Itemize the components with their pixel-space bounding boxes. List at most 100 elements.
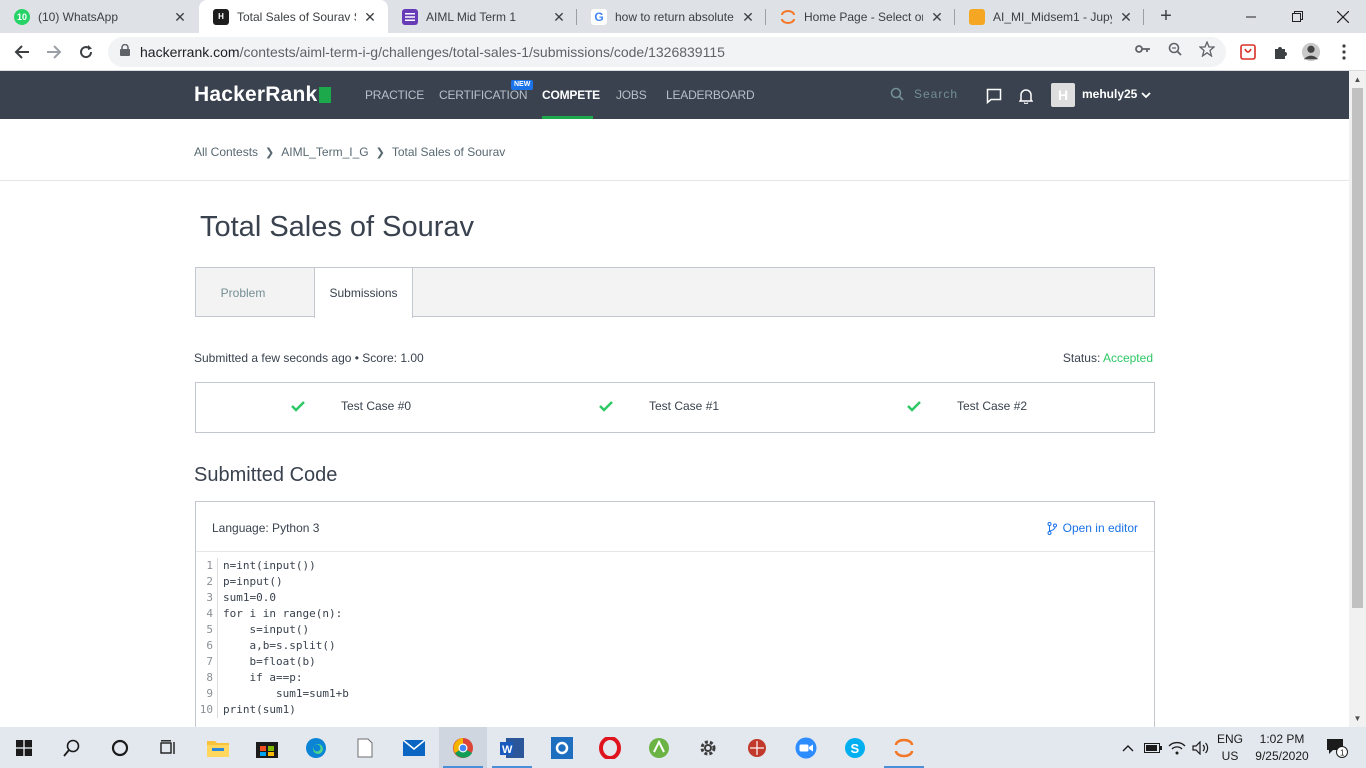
- extension-shield-icon[interactable]: [1238, 42, 1258, 62]
- close-tab-icon[interactable]: ✕: [929, 9, 945, 25]
- test-case-2[interactable]: Test Case #2: [907, 399, 1027, 413]
- status-label: Status:: [1062, 351, 1103, 365]
- opera-icon[interactable]: [586, 727, 634, 768]
- wifi-icon[interactable]: [1166, 727, 1188, 768]
- edge-browser-icon[interactable]: [292, 727, 340, 768]
- clock-date[interactable]: 9/25/2020: [1250, 749, 1314, 763]
- nav-jobs[interactable]: JOBS: [616, 88, 647, 102]
- line-number: 2: [196, 574, 218, 590]
- code-text: for i in range(n):: [223, 607, 343, 620]
- forward-arrow-icon[interactable]: [40, 38, 68, 66]
- android-studio-icon[interactable]: [635, 727, 683, 768]
- close-tab-icon[interactable]: ✕: [1118, 9, 1134, 25]
- test-case-0[interactable]: Test Case #0: [291, 399, 411, 413]
- code-listing: 1 n=int(input()) 2 p=input() 3 sum1=0.0 4 for i…: [196, 558, 1154, 718]
- chevron-down-icon[interactable]: [1140, 88, 1152, 100]
- ruby-app-icon[interactable]: [733, 727, 781, 768]
- control-panel-icon[interactable]: [538, 727, 586, 768]
- scroll-down-icon[interactable]: ▼: [1349, 710, 1366, 727]
- browser-tab-jupyter-notebook[interactable]: AI_MI_Midsem1 - Jupyt ✕: [955, 0, 1144, 33]
- breadcrumb-challenge[interactable]: Total Sales of Sourav: [392, 145, 505, 159]
- breadcrumb-all-contests[interactable]: All Contests: [194, 145, 258, 159]
- avatar[interactable]: H: [1051, 83, 1075, 107]
- cortana-icon[interactable]: [96, 727, 144, 768]
- battery-icon[interactable]: [1142, 727, 1164, 768]
- tab-title: Total Sales of Sourav Su: [237, 9, 356, 24]
- challenge-tabs: Problem Submissions: [195, 267, 1155, 318]
- nav-compete[interactable]: COMPETE: [542, 88, 600, 102]
- browser-menu-icon[interactable]: [1334, 42, 1354, 62]
- breadcrumb-contest[interactable]: AIML_Term_I_G: [281, 145, 368, 159]
- close-window-icon[interactable]: [1320, 0, 1366, 33]
- zoom-app-icon[interactable]: [782, 727, 830, 768]
- chevron-right-icon: ❯: [375, 146, 385, 159]
- nav-leaderboard[interactable]: LEADERBOARD: [666, 88, 755, 102]
- code-text: b=float(b): [223, 655, 316, 668]
- language-indicator-bottom[interactable]: US: [1216, 749, 1244, 763]
- settings-gear-icon[interactable]: [684, 727, 732, 768]
- tab-submissions[interactable]: Submissions: [314, 268, 413, 318]
- username[interactable]: mehuly25: [1082, 87, 1137, 101]
- scrollbar-thumb[interactable]: [1352, 88, 1363, 608]
- language-label: Language: Python 3: [212, 521, 320, 535]
- browser-tab-google[interactable]: G how to return absolute ✕: [577, 0, 766, 33]
- clock-time[interactable]: 1:02 PM: [1250, 732, 1314, 746]
- windows-start-icon[interactable]: [0, 727, 48, 768]
- page-scrollbar[interactable]: ▲ ▼: [1349, 71, 1366, 727]
- line-number: 1: [196, 558, 218, 574]
- nav-certification[interactable]: CERTIFICATION: [439, 88, 527, 102]
- zoom-icon[interactable]: [1166, 40, 1184, 58]
- open-in-editor-link[interactable]: Open in editor: [1047, 521, 1138, 535]
- action-center-icon[interactable]: 1: [1320, 727, 1354, 768]
- search-placeholder: Search: [914, 87, 959, 101]
- tab-title: AIML Mid Term 1: [426, 9, 517, 24]
- mail-icon[interactable]: [390, 727, 438, 768]
- code-line: 8 if a==p:: [196, 670, 1154, 686]
- minimize-window-icon[interactable]: [1228, 0, 1274, 33]
- microsoft-store-icon[interactable]: [243, 727, 291, 768]
- reload-icon[interactable]: [72, 38, 100, 66]
- word-icon[interactable]: W: [488, 727, 536, 768]
- address-bar[interactable]: hackerrank.com/contests/aiml-term-i-g/ch…: [108, 37, 1226, 67]
- browser-tab-hackerrank[interactable]: H Total Sales of Sourav Su ✕: [199, 0, 388, 33]
- messages-icon[interactable]: [986, 88, 1002, 104]
- notepad-icon[interactable]: [341, 727, 389, 768]
- extensions-puzzle-icon[interactable]: [1270, 42, 1290, 62]
- search-input[interactable]: Search: [890, 87, 958, 101]
- submission-status: Status: Accepted: [1063, 351, 1153, 365]
- jupyter-taskbar-icon[interactable]: [880, 727, 928, 768]
- browser-tab-jupyter-home[interactable]: Home Page - Select or ✕: [766, 0, 955, 33]
- hackerrank-logo[interactable]: HackerRank: [194, 83, 332, 107]
- code-line: 9 sum1=sum1+b: [196, 686, 1154, 702]
- browser-tab-whatsapp[interactable]: 10 (10) WhatsApp ✕: [0, 0, 198, 33]
- volume-icon[interactable]: [1190, 727, 1212, 768]
- line-number: 10: [196, 702, 218, 718]
- close-tab-icon[interactable]: ✕: [362, 9, 378, 25]
- notifications-bell-icon[interactable]: [1018, 88, 1034, 104]
- tab-problem[interactable]: Problem: [196, 268, 290, 317]
- test-case-1[interactable]: Test Case #1: [599, 399, 719, 413]
- file-explorer-icon[interactable]: [194, 727, 242, 768]
- bookmark-star-icon[interactable]: [1198, 40, 1216, 58]
- code-text: p=input(): [223, 575, 283, 588]
- nav-practice[interactable]: PRACTICE: [365, 88, 424, 102]
- restore-window-icon[interactable]: [1274, 0, 1320, 33]
- key-icon[interactable]: [1134, 40, 1152, 58]
- close-tab-icon[interactable]: ✕: [172, 9, 188, 25]
- code-text: s=input(): [223, 623, 310, 636]
- new-tab-button[interactable]: +: [1154, 4, 1178, 28]
- language-indicator-top[interactable]: ENG: [1216, 732, 1244, 746]
- task-view-icon[interactable]: [144, 727, 192, 768]
- close-tab-icon[interactable]: ✕: [551, 9, 567, 25]
- chrome-taskbar-icon[interactable]: [439, 727, 487, 768]
- back-arrow-icon[interactable]: [8, 38, 36, 66]
- svg-text:S: S: [851, 741, 860, 756]
- tray-overflow-chevron-icon[interactable]: [1118, 727, 1138, 768]
- scroll-up-icon[interactable]: ▲: [1349, 71, 1366, 88]
- browser-tab-forms[interactable]: AIML Mid Term 1 ✕: [388, 0, 577, 33]
- taskbar-search-icon[interactable]: [48, 727, 96, 768]
- chevron-right-icon: ❯: [265, 146, 275, 159]
- skype-icon[interactable]: S: [831, 727, 879, 768]
- profile-avatar-icon[interactable]: [1301, 42, 1321, 62]
- close-tab-icon[interactable]: ✕: [740, 9, 756, 25]
